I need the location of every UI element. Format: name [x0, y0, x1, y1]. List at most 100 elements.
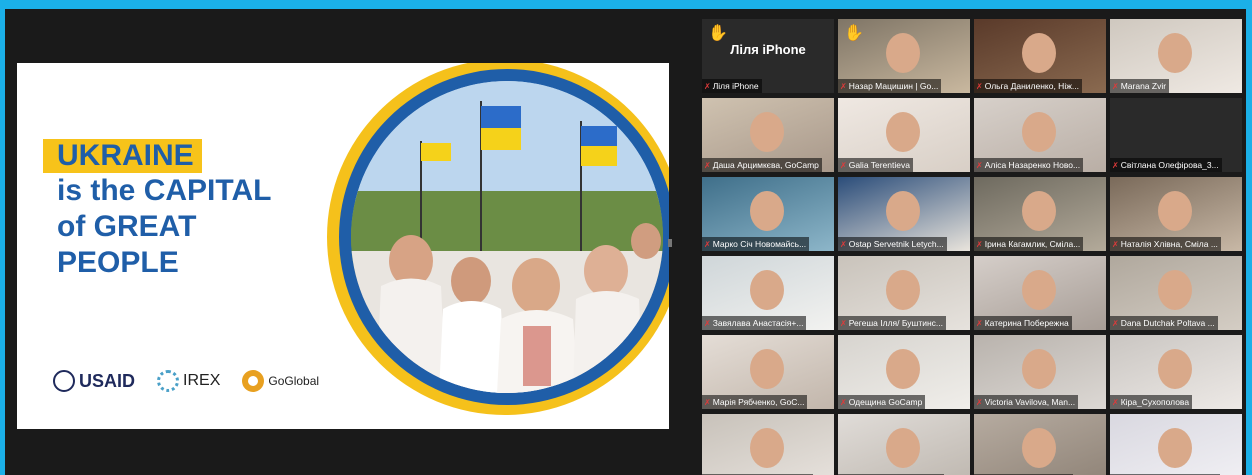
- participant-tile[interactable]: ✗Valentyna Sabov/Bush...: [838, 414, 970, 475]
- muted-mic-icon: ✗: [1112, 240, 1119, 249]
- participant-name: Dana Dutchak Poltava ...: [1120, 318, 1215, 328]
- participant-name: Ostap Servetnik Letych...: [848, 239, 944, 249]
- participant-tile[interactable]: ✗ Ольга Даниленко, Ніж...: [974, 19, 1106, 93]
- shared-screen-slide: UKRAINE is the CAPITAL of GREAT PEOPLE U…: [17, 63, 669, 429]
- participant-name: Кіра_Сухополова: [1120, 397, 1190, 407]
- participant-face: [1158, 191, 1192, 231]
- participant-tile[interactable]: ✗ Наталія Хлівна, Сміла ...: [1110, 177, 1242, 251]
- participant-name-label: ✗ Одещина GoCamp: [838, 395, 926, 409]
- participant-face: [886, 270, 920, 310]
- participant-name-label: ✗ Наталія Хлівна, Сміла ...: [1110, 237, 1221, 251]
- participant-video: [974, 414, 1106, 475]
- participant-name-label: ✗ Регеша Ілля/ Буштинс...: [838, 316, 947, 330]
- muted-mic-icon: ✗: [976, 161, 983, 170]
- participant-tile[interactable]: ✗ Ostap Servetnik Letych...: [838, 177, 970, 251]
- participant-tile[interactable]: ✋ Ліля iPhone ✗ Ліля iPhone: [702, 19, 834, 93]
- participant-name: Аліса Назаренко Ново...: [984, 160, 1081, 170]
- participant-name-label: ✗ Кіра_Сухополова: [1110, 395, 1193, 409]
- zoom-meeting-window: UKRAINE is the CAPITAL of GREAT PEOPLE U…: [5, 9, 1246, 475]
- participant-name: Завялава Анастасія+...: [712, 318, 804, 328]
- participant-tile[interactable]: ✗ Світлана Олефірова_3...: [1110, 98, 1242, 172]
- participant-tile[interactable]: ✗ Dana Dutchak Poltava ...: [1110, 256, 1242, 330]
- participant-face: [1158, 349, 1192, 389]
- participant-tile[interactable]: ✗ Марія Рябченко, GoC...: [702, 335, 834, 409]
- participant-name: Одещина GoCamp: [848, 397, 923, 407]
- participant-tile[interactable]: ✗ Galia Terentieva: [838, 98, 970, 172]
- irex-mark-icon: [157, 370, 180, 392]
- participant-face: [1022, 33, 1056, 73]
- participant-tile[interactable]: ✗ Марко Січ Новомайсь...: [702, 177, 834, 251]
- participant-name-label: ✗ Ostap Servetnik Letych...: [838, 237, 947, 251]
- participant-tile[interactable]: ✗ Регеша Ілля/ Буштинс...: [838, 256, 970, 330]
- participant-face: [1158, 270, 1192, 310]
- participant-name: Marana Zvir: [1120, 81, 1167, 91]
- participant-face: [1022, 112, 1056, 152]
- muted-mic-icon: ✗: [840, 82, 847, 91]
- muted-mic-icon: ✗: [704, 319, 711, 328]
- participant-face: [886, 191, 920, 231]
- participant-tile[interactable]: ✗ Одещина GoCamp: [838, 335, 970, 409]
- participant-name: Катерина Побережна: [984, 318, 1069, 328]
- participant-name-label: ✗ Ліля iPhone: [702, 79, 762, 93]
- participant-face: [750, 112, 784, 152]
- participant-name: Марко Січ Новомайсь...: [712, 239, 807, 249]
- participant-name: Регеша Ілля/ Буштинс...: [848, 318, 944, 328]
- usaid-seal-icon: [53, 370, 75, 392]
- participant-name-label: ✗ Завялава Анастасія+...: [702, 316, 807, 330]
- headline-line-4: PEOPLE: [57, 246, 179, 279]
- participant-tile[interactable]: ✗Iryna Kravchenko, Uma...: [1110, 414, 1242, 475]
- headline-line-3: of GREAT: [57, 210, 197, 243]
- crowd-photo: [351, 81, 663, 393]
- participant-name-label: ✗ Аліса Назаренко Ново...: [974, 158, 1084, 172]
- raised-hand-icon: ✋: [844, 25, 864, 42]
- participant-name: Ліля iPhone: [712, 81, 759, 91]
- goglobal-logo: GoGlobal: [242, 370, 319, 392]
- participant-tile[interactable]: ✗ Завялава Анастасія+...: [702, 256, 834, 330]
- participant-name: Світлана Олефірова_3...: [1120, 160, 1219, 170]
- muted-mic-icon: ✗: [976, 319, 983, 328]
- participant-name: Victoria Vavilova, Man...: [984, 397, 1076, 407]
- participant-name-label: ✗ Marana Zvir: [1110, 79, 1170, 93]
- participant-display-name: Ліля iPhone: [730, 42, 806, 57]
- participant-face: [750, 191, 784, 231]
- raised-hand-icon: ✋: [708, 25, 728, 42]
- participant-name-label: ✗ Марія Рябченко, GoC...: [702, 395, 808, 409]
- muted-mic-icon: ✗: [840, 161, 847, 170]
- participant-name-label: ✗ Даша Арцимкєва, GoCamp: [702, 158, 822, 172]
- participant-face: [750, 428, 784, 468]
- muted-mic-icon: ✗: [1112, 82, 1119, 91]
- participant-tile[interactable]: ✗ Victoria Vavilova, Man...: [974, 335, 1106, 409]
- muted-mic-icon: ✗: [976, 398, 983, 407]
- usaid-logo: USAID: [53, 370, 135, 392]
- participant-tile[interactable]: ✗ Marana Zvir: [1110, 19, 1242, 93]
- participant-tile[interactable]: ✗ Кіра_Сухополова: [1110, 335, 1242, 409]
- sponsor-logos: USAID IREX GoGlobal: [53, 370, 319, 392]
- participant-name-label: ✗ Ольга Даниленко, Ніж...: [974, 79, 1082, 93]
- participant-name: Galia Terentieva: [848, 160, 910, 170]
- irex-logo: IREX: [157, 370, 220, 392]
- participant-name-label: ✗ Dana Dutchak Poltava ...: [1110, 316, 1218, 330]
- participant-tile[interactable]: ✗ Ірина Кагамлик, Сміла...: [974, 177, 1106, 251]
- muted-mic-icon: ✗: [704, 82, 711, 91]
- participant-face: [750, 270, 784, 310]
- participant-name-label: ✗ Світлана Олефірова_3...: [1110, 158, 1222, 172]
- headline-line-2: is the CAPITAL: [57, 174, 272, 207]
- muted-mic-icon: ✗: [840, 319, 847, 328]
- participant-tile[interactable]: ✗ Даша Арцимкєва, GoCamp: [702, 98, 834, 172]
- goglobal-mark-icon: [242, 370, 265, 392]
- headline-highlight: UKRAINE: [43, 139, 202, 173]
- participant-tile[interactable]: ✋ ✗ Назар Мацишин | Go...: [838, 19, 970, 93]
- participant-tile[interactable]: ✗ Аліса Назаренко Ново...: [974, 98, 1106, 172]
- split-view-drag-handle[interactable]: [668, 239, 672, 247]
- participant-face: [1022, 270, 1056, 310]
- participant-name: Марія Рябченко, GoC...: [712, 397, 805, 407]
- participant-face: [1158, 33, 1192, 73]
- participant-name-label: ✗ Ірина Кагамлик, Сміла...: [974, 237, 1084, 251]
- participant-video: [838, 414, 970, 475]
- muted-mic-icon: ✗: [704, 161, 711, 170]
- participant-tile[interactable]: ✗ Катерина Побережна: [974, 256, 1106, 330]
- participant-tile[interactable]: ✗Daniina Rehenok / Cher...: [702, 414, 834, 475]
- participant-tile[interactable]: ✗Maksym_Sukhopolova: [974, 414, 1106, 475]
- participant-name: Ірина Кагамлик, Сміла...: [984, 239, 1081, 249]
- participant-name: Наталія Хлівна, Сміла ...: [1120, 239, 1218, 249]
